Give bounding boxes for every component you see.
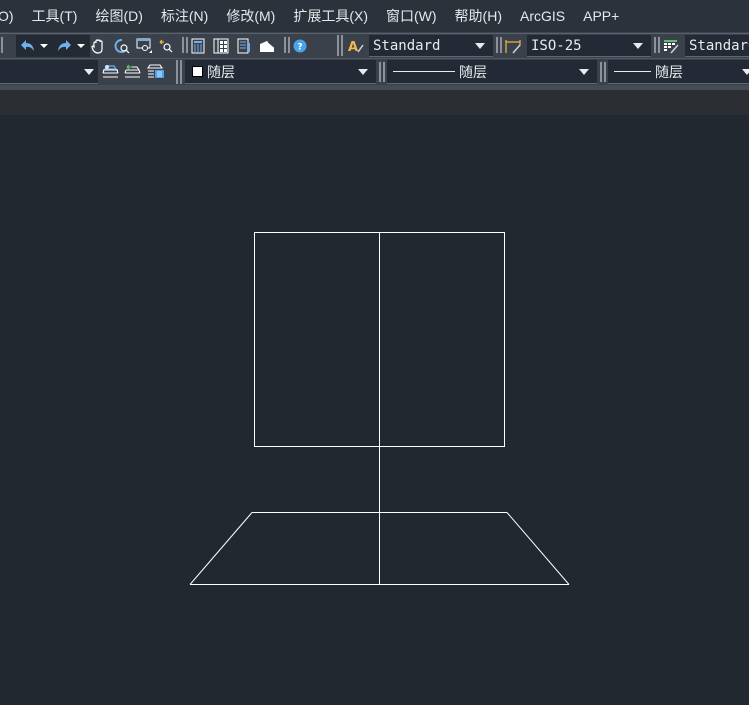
drawing-overlay bbox=[189, 232, 570, 585]
trapezoid-left-edge[interactable] bbox=[189, 512, 253, 585]
trapezoid-right-edge[interactable] bbox=[506, 512, 570, 585]
